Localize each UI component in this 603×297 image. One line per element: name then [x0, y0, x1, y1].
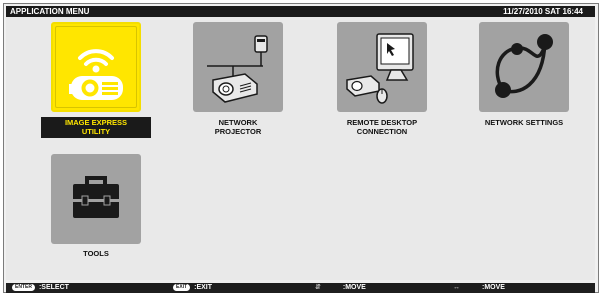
move-vertical-hint: :MOVE	[342, 284, 366, 291]
menu-item-label: NETWORK PROJECTOR	[214, 118, 262, 136]
title-bar: APPLICATION MENU 11/27/2010 SAT 16:44	[6, 6, 595, 17]
left-right-arrow-icon: ↔	[453, 284, 460, 291]
exit-hint: :EXIT	[194, 284, 213, 291]
menu-title: APPLICATION MENU	[10, 7, 90, 16]
help-exit: EXIT:EXIT	[173, 283, 212, 293]
menu-item-label: TOOLS	[83, 249, 109, 258]
exit-key-icon: EXIT	[173, 284, 191, 291]
menu-item-image-express-utility[interactable]	[51, 22, 141, 112]
menu-item-label: NETWORK SETTINGS	[484, 118, 564, 127]
menu-item-tools[interactable]	[51, 154, 141, 244]
menu-item-network-projector[interactable]	[193, 22, 283, 112]
up-down-arrow-icon: ⇵	[315, 284, 321, 291]
network-projector-icon	[207, 35, 268, 103]
menu-item-label: REMOTE DESKTOP CONNECTION	[346, 118, 418, 136]
help-move-horizontal: ↔ :MOVE	[453, 283, 505, 293]
enter-key-icon: ENTER	[12, 284, 35, 291]
move-horizontal-hint: :MOVE	[482, 284, 505, 291]
menu-grid: IMAGE EXPRESS UTILITY NETWORK PROJECTOR	[6, 17, 595, 280]
menu-item-network-settings[interactable]	[479, 22, 569, 112]
toolbox-icon	[73, 176, 119, 218]
help-move-vertical: ⇵ :MOVE	[315, 283, 366, 293]
help-bar: ENTER:SELECT EXIT:EXIT ⇵ :MOVE ↔ :MOVE	[6, 283, 595, 293]
wireless-projector-icon	[69, 49, 123, 100]
remote-desktop-icon	[346, 33, 414, 104]
select-hint: :SELECT	[38, 284, 69, 291]
menu-item-label: IMAGE EXPRESS UTILITY	[41, 117, 151, 138]
help-select: ENTER:SELECT	[12, 283, 69, 293]
menu-item-remote-desktop-connection[interactable]	[337, 22, 427, 112]
date-time: 11/27/2010 SAT 16:44	[503, 7, 583, 16]
network-settings-icon	[495, 34, 553, 98]
